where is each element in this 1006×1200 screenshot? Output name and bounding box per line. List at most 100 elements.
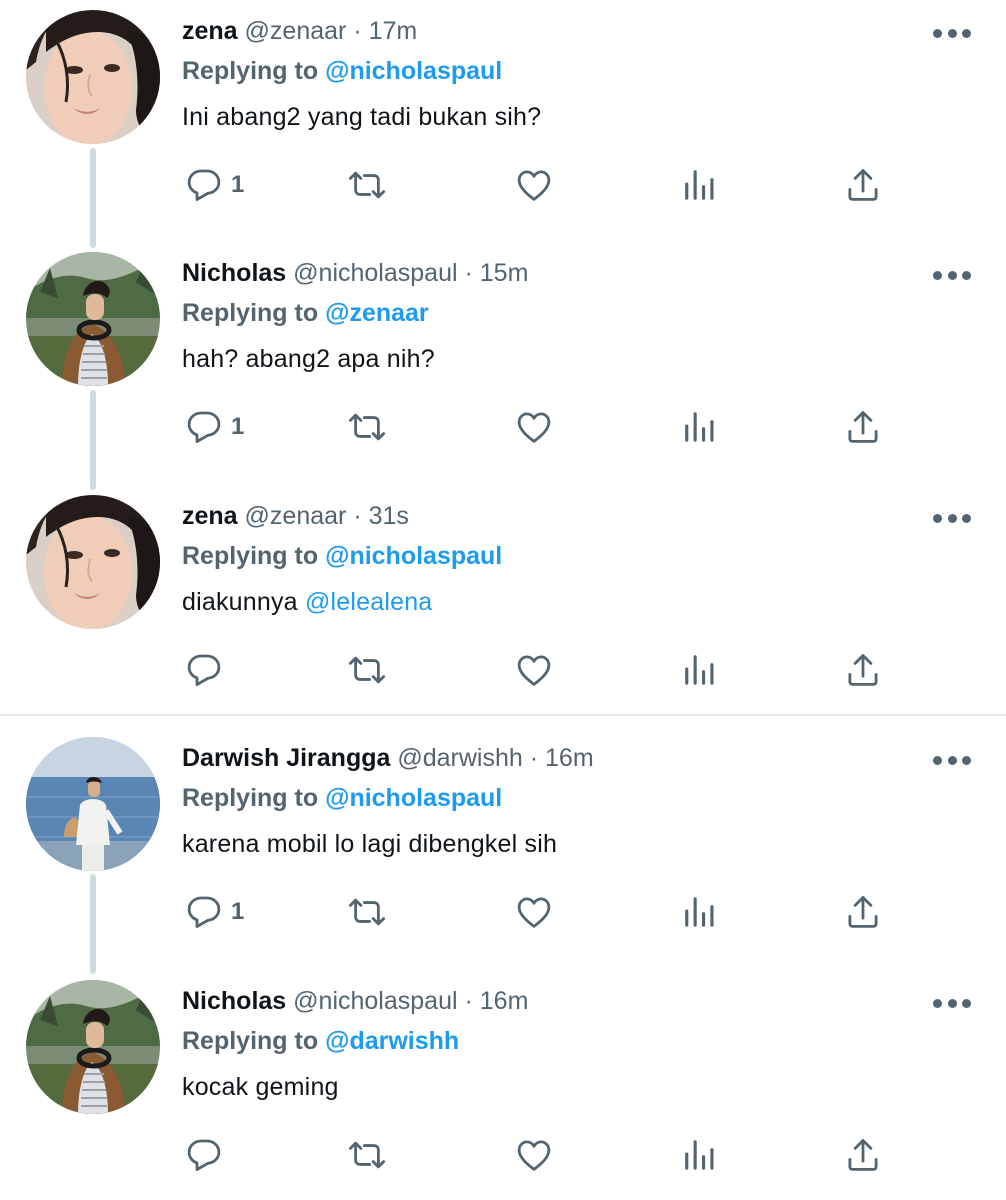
replying-to: Replying to @nicholaspaul — [182, 54, 502, 88]
tweet-text: diakunnya @lelealena — [182, 585, 432, 619]
tweet[interactable]: Nicholas @nicholaspaul · 15m Replying to… — [0, 242, 1006, 484]
tweet-text: Ini abang2 yang tadi bukan sih? — [182, 103, 542, 131]
more-icon[interactable] — [933, 996, 971, 1010]
replying-label: Replying to — [182, 1027, 319, 1055]
replying-mention[interactable]: @darwishh — [325, 1027, 459, 1055]
reply-icon — [183, 649, 225, 691]
retweet-button[interactable] — [346, 645, 388, 695]
analytics-icon — [678, 1134, 720, 1176]
tweet-actions — [0, 645, 1006, 695]
reply-button[interactable]: 1 — [183, 402, 244, 452]
more-icon[interactable] — [933, 268, 971, 282]
tweet-actions — [0, 1130, 1006, 1180]
retweet-icon — [346, 891, 388, 933]
share-icon — [842, 891, 884, 933]
tweet-text-body: diakunnya — [182, 588, 305, 616]
replying-label: Replying to — [182, 542, 319, 570]
replying-mention[interactable]: @nicholaspaul — [325, 784, 502, 812]
like-button[interactable] — [513, 402, 555, 452]
like-icon — [513, 164, 555, 206]
retweet-button[interactable] — [346, 160, 388, 210]
replying-to: Replying to @darwishh — [182, 1024, 459, 1058]
replying-label: Replying to — [182, 299, 319, 327]
avatar[interactable] — [26, 252, 160, 386]
analytics-icon — [678, 891, 720, 933]
avatar[interactable] — [26, 10, 160, 144]
display-name[interactable]: zena — [182, 17, 238, 45]
thread-divider — [0, 714, 1006, 716]
like-button[interactable] — [513, 887, 555, 937]
share-button[interactable] — [842, 1130, 884, 1180]
separator-dot: · — [353, 502, 362, 530]
display-name[interactable]: Nicholas — [182, 987, 286, 1015]
replying-mention[interactable]: @nicholaspaul — [325, 57, 502, 85]
replying-to: Replying to @zenaar — [182, 296, 429, 330]
reply-count: 1 — [231, 171, 245, 198]
tweet-header: zena @zenaar · 17m — [182, 14, 417, 48]
avatar[interactable] — [26, 495, 160, 629]
timestamp[interactable]: 31s — [369, 502, 409, 530]
display-name[interactable]: Nicholas — [182, 259, 286, 287]
tweet-text: hah? abang2 apa nih? — [182, 345, 435, 373]
timestamp[interactable]: 15m — [480, 259, 529, 287]
user-handle[interactable]: @zenaar — [245, 17, 347, 45]
tweet-header: Nicholas @nicholaspaul · 15m — [182, 256, 528, 290]
share-button[interactable] — [842, 160, 884, 210]
like-button[interactable] — [513, 645, 555, 695]
share-icon — [842, 649, 884, 691]
replying-mention[interactable]: @nicholaspaul — [325, 542, 502, 570]
text-mention[interactable]: @lelealena — [305, 588, 432, 616]
like-icon — [513, 406, 555, 448]
analytics-icon — [678, 164, 720, 206]
reply-button[interactable] — [183, 645, 231, 695]
reply-icon — [183, 891, 225, 933]
more-icon[interactable] — [933, 753, 971, 767]
tweet-actions: 1 — [0, 887, 1006, 937]
retweet-button[interactable] — [346, 402, 388, 452]
analytics-button[interactable] — [678, 645, 720, 695]
avatar[interactable] — [26, 737, 160, 871]
more-icon[interactable] — [933, 511, 971, 525]
like-button[interactable] — [513, 1130, 555, 1180]
tweet[interactable]: zena @zenaar · 17m Replying to @nicholas… — [0, 0, 1006, 242]
retweet-icon — [346, 164, 388, 206]
user-handle[interactable]: @nicholaspaul — [293, 987, 457, 1015]
retweet-icon — [346, 406, 388, 448]
retweet-button[interactable] — [346, 1130, 388, 1180]
timestamp[interactable]: 16m — [545, 744, 594, 772]
retweet-button[interactable] — [346, 887, 388, 937]
replying-to: Replying to @nicholaspaul — [182, 539, 502, 573]
timestamp[interactable]: 17m — [369, 17, 418, 45]
retweet-icon — [346, 1134, 388, 1176]
timestamp[interactable]: 16m — [480, 987, 529, 1015]
reply-icon — [183, 164, 225, 206]
separator-dot: · — [529, 744, 539, 772]
user-handle[interactable]: @nicholaspaul — [293, 259, 457, 287]
avatar[interactable] — [26, 980, 160, 1114]
analytics-button[interactable] — [678, 402, 720, 452]
user-handle[interactable]: @zenaar — [245, 502, 347, 530]
replying-to: Replying to @nicholaspaul — [182, 781, 502, 815]
display-name[interactable]: zena — [182, 502, 238, 530]
tweet[interactable]: Darwish Jirangga @darwishh · 16m Replyin… — [0, 727, 1006, 969]
separator-dot: · — [353, 17, 362, 45]
reply-button[interactable]: 1 — [183, 160, 244, 210]
separator-dot: · — [464, 259, 473, 287]
reply-button[interactable]: 1 — [183, 887, 244, 937]
analytics-button[interactable] — [678, 887, 720, 937]
share-button[interactable] — [842, 887, 884, 937]
like-button[interactable] — [513, 160, 555, 210]
share-button[interactable] — [842, 402, 884, 452]
tweet-text: kocak geming — [182, 1073, 339, 1101]
user-handle[interactable]: @darwishh — [397, 744, 522, 772]
more-icon[interactable] — [933, 26, 971, 40]
reply-count: 1 — [231, 898, 245, 925]
display-name[interactable]: Darwish Jirangga — [182, 744, 390, 772]
tweet[interactable]: zena @zenaar · 31s Replying to @nicholas… — [0, 485, 1006, 727]
tweet[interactable]: Nicholas @nicholaspaul · 16m Replying to… — [0, 970, 1006, 1200]
analytics-button[interactable] — [678, 1130, 720, 1180]
reply-button[interactable] — [183, 1130, 231, 1180]
replying-mention[interactable]: @zenaar — [325, 299, 429, 327]
analytics-button[interactable] — [678, 160, 720, 210]
share-button[interactable] — [842, 645, 884, 695]
